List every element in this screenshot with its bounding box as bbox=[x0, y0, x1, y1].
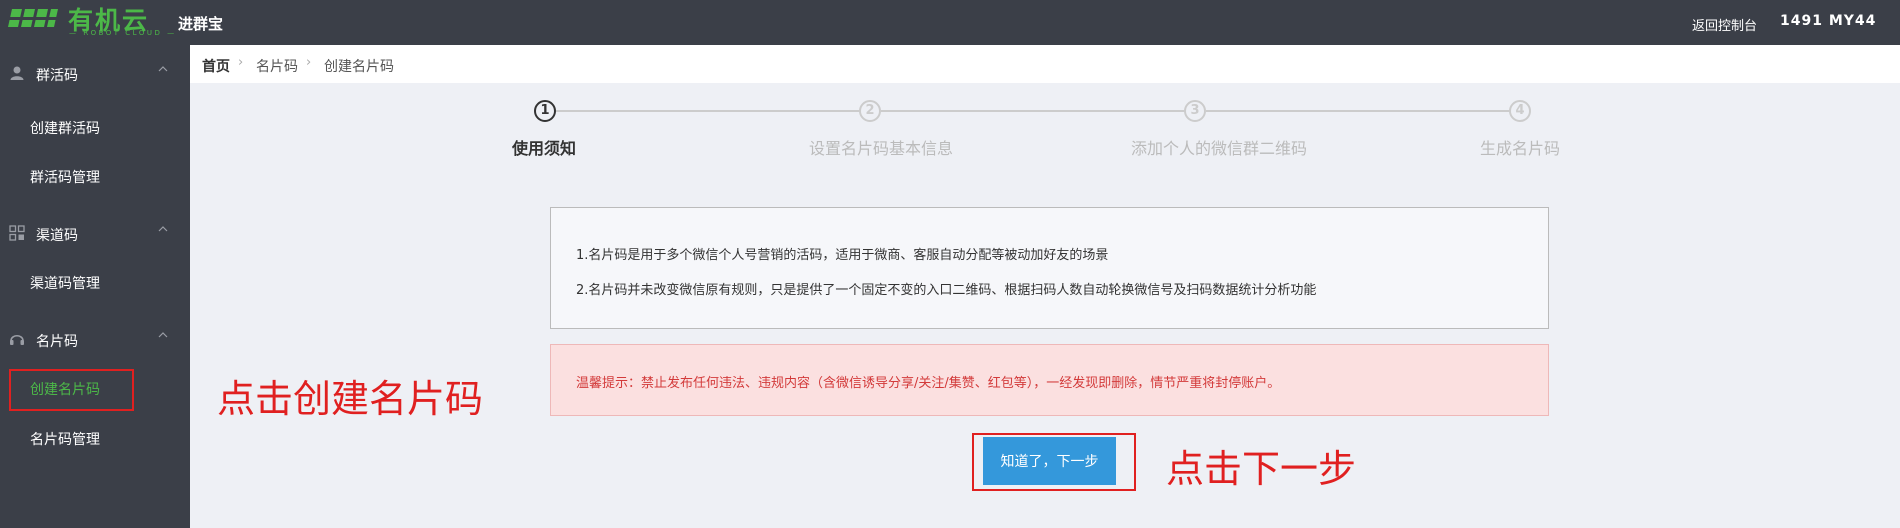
annotation-text-right: 点击下一步 bbox=[1166, 447, 1357, 491]
app-name: 进群宝 bbox=[178, 15, 224, 33]
sidebar-group-channel-code[interactable]: 渠道码 bbox=[0, 214, 190, 254]
sidebar-group-group-code[interactable]: 群活码 bbox=[0, 54, 190, 94]
step-4-circle: 4 bbox=[1509, 100, 1531, 122]
warning-box: 温馨提示：禁止发布任何违法、违规内容（含微信诱导分享/关注/集赞、红包等），一经… bbox=[550, 344, 1549, 416]
step-connector bbox=[881, 110, 1185, 112]
step-2-circle: 2 bbox=[859, 100, 881, 122]
step-connector bbox=[1206, 110, 1510, 112]
back-to-console-link[interactable]: 返回控制台 bbox=[1692, 15, 1757, 34]
chevron-right-icon: › bbox=[306, 55, 312, 70]
sidebar: 群活码 创建群活码 群活码管理 渠道码 渠道码管理 名片码 创建名片码 名片码管… bbox=[0, 45, 190, 528]
notice-line-2: 2.名片码并未改变微信原有规则，只是提供了一个固定不变的入口二维码、根据扫码人数… bbox=[576, 283, 1317, 298]
user-icon bbox=[10, 66, 24, 80]
chevron-right-icon: › bbox=[238, 55, 244, 70]
sidebar-group-label: 名片码 bbox=[36, 334, 78, 350]
sidebar-item-group-code-manage[interactable]: 群活码管理 bbox=[30, 167, 100, 187]
sidebar-item-card-code-manage[interactable]: 名片码管理 bbox=[30, 429, 100, 449]
sidebar-group-label: 群活码 bbox=[36, 68, 78, 84]
grid-icon bbox=[9, 225, 25, 241]
step-2-label: 设置名片码基本信息 bbox=[809, 139, 954, 158]
annotation-box-button bbox=[972, 433, 1136, 491]
annotation-box-sidebar bbox=[9, 369, 134, 411]
logo[interactable]: 有机云 — ROBOT CLOUD — bbox=[8, 3, 174, 41]
step-3-circle: 3 bbox=[1184, 100, 1206, 122]
sidebar-item-channel-code-manage[interactable]: 渠道码管理 bbox=[30, 273, 100, 293]
notice-line-1: 1.名片码是用于多个微信个人号营销的活码，适用于微商、客服自动分配等被动加好友的… bbox=[576, 248, 1109, 263]
breadcrumb-card-code[interactable]: 名片码 bbox=[256, 56, 298, 76]
annotation-text-left: 点击创建名片码 bbox=[217, 377, 484, 421]
chevron-up-icon bbox=[158, 332, 168, 338]
step-4-label: 生成名片码 bbox=[1480, 139, 1561, 158]
step-progress: 1 2 3 4 使用须知 设置名片码基本信息 添加个人的微信群二维码 生成名片码 bbox=[190, 83, 1900, 203]
breadcrumb: 首页 › 名片码 › 创建名片码 bbox=[190, 45, 1900, 83]
logo-mark-icon bbox=[8, 9, 60, 27]
warning-text: 温馨提示：禁止发布任何违法、违规内容（含微信诱导分享/关注/集赞、红包等），一经… bbox=[576, 376, 1281, 391]
headset-icon bbox=[10, 334, 24, 345]
step-1-circle: 1 bbox=[534, 100, 556, 122]
step-3-label: 添加个人的微信群二维码 bbox=[1131, 139, 1308, 158]
breadcrumb-create-card-code: 创建名片码 bbox=[324, 59, 394, 75]
sidebar-group-label: 渠道码 bbox=[36, 228, 78, 244]
usage-notice-box: 1.名片码是用于多个微信个人号营销的活码，适用于微商、客服自动分配等被动加好友的… bbox=[550, 207, 1549, 329]
step-connector bbox=[556, 110, 860, 112]
step-1-label: 使用须知 bbox=[512, 139, 577, 158]
sidebar-group-card-code[interactable]: 名片码 bbox=[0, 320, 190, 360]
chevron-up-icon bbox=[158, 66, 168, 72]
user-name[interactable]: 1491 MY44 bbox=[1780, 13, 1876, 29]
breadcrumb-home[interactable]: 首页 bbox=[202, 56, 230, 76]
top-bar: 有机云 — ROBOT CLOUD — 进群宝 返回控制台 1491 MY44 bbox=[0, 0, 1900, 45]
logo-subtext: — ROBOT CLOUD — bbox=[69, 29, 177, 37]
chevron-up-icon bbox=[158, 226, 168, 232]
sidebar-item-create-group-code[interactable]: 创建群活码 bbox=[30, 118, 100, 138]
